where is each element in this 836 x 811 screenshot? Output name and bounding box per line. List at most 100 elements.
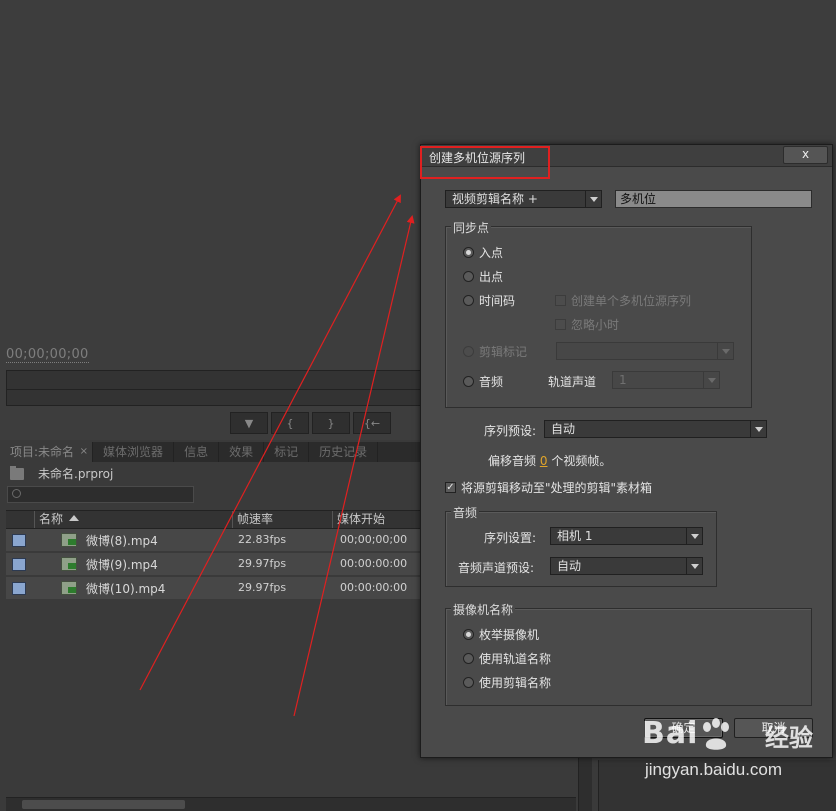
- tab-history[interactable]: 历史记录: [309, 442, 379, 462]
- offset-audio-unit: 个视频帧。: [551, 454, 612, 468]
- offset-audio-value[interactable]: 0: [540, 454, 548, 468]
- mark-in-button[interactable]: {: [271, 412, 309, 434]
- sync-timecode-label: 时间码: [479, 294, 516, 308]
- clip-media-start: 00:00:00:00: [340, 581, 408, 594]
- camera-use-track-option[interactable]: 使用轨道名称: [463, 650, 551, 667]
- tab-close-icon[interactable]: ×: [80, 442, 88, 462]
- audio-group-title: 音频: [451, 504, 480, 521]
- track-channel-label: 轨道声道: [548, 375, 597, 389]
- camera-use-clip-option[interactable]: 使用剪辑名称: [463, 674, 551, 691]
- sync-point-title: 同步点: [451, 219, 492, 236]
- channel-preset-dropdown[interactable]: 自动: [550, 557, 703, 575]
- tab-media-browser[interactable]: 媒体浏览器: [93, 442, 175, 462]
- table-row[interactable]: 微博(8).mp4 22.83fps 00;00;00;00: [6, 529, 420, 552]
- sync-audio-label: 音频: [479, 375, 504, 389]
- sort-ascending-icon: [69, 515, 80, 521]
- track-channel-dropdown[interactable]: 1: [612, 371, 720, 389]
- sync-timecode-option[interactable]: 时间码: [463, 292, 515, 309]
- chevron-down-icon: [717, 343, 733, 359]
- clip-name: 微博(10).mp4: [86, 582, 166, 596]
- radio-icon: [463, 346, 474, 357]
- column-name-header[interactable]: 名称: [34, 511, 80, 528]
- track-channel-value: 1: [619, 373, 627, 387]
- label-color-chip[interactable]: [12, 582, 26, 595]
- mark-out-button[interactable]: }: [312, 412, 350, 434]
- paw-icon: [703, 718, 729, 750]
- name-mode-dropdown[interactable]: 视频剪辑名称 +: [445, 190, 602, 208]
- seq-settings-value: 相机 1: [557, 529, 593, 543]
- timeline-scrub-bar[interactable]: [6, 370, 426, 406]
- tab-markers[interactable]: 标记: [264, 442, 310, 462]
- transport-controls: ▼ { } {←: [230, 412, 391, 434]
- name-mode-value: 视频剪辑名称 +: [452, 192, 538, 206]
- tab-project-label: 项目:未命名: [10, 445, 75, 459]
- seq-settings-label: 序列设置:: [484, 531, 537, 545]
- radio-icon: [463, 271, 474, 282]
- checkbox-icon: [555, 319, 566, 330]
- clip-media-start: 00:00:00:00: [340, 557, 408, 570]
- tab-info[interactable]: 信息: [174, 442, 220, 462]
- checkbox-icon: [555, 295, 566, 306]
- horizontal-scroll-thumb[interactable]: [22, 800, 185, 809]
- seq-settings-dropdown[interactable]: 相机 1: [550, 527, 703, 545]
- create-multicam-dialog: 创建多机位源序列 x 视频剪辑名称 + 多机位 同步点 入点 出点 时间码 创建…: [420, 144, 833, 758]
- tab-effects[interactable]: 效果: [219, 442, 265, 462]
- clip-fps: 22.83fps: [238, 533, 287, 546]
- chevron-down-icon: [703, 372, 719, 388]
- sync-audio-option[interactable]: 音频: [463, 373, 503, 390]
- camera-use-clip-label: 使用剪辑名称: [479, 676, 552, 690]
- sync-clip-marker-option[interactable]: 剪辑标记: [463, 343, 527, 360]
- column-name-label: 名称: [39, 512, 64, 526]
- chevron-down-icon: [750, 421, 766, 437]
- baidu-jingyan-watermark: Bai 经验 jingyan.baidu.com: [642, 716, 832, 796]
- create-single-label: 创建单个多机位源序列: [571, 294, 692, 308]
- sequence-name-field[interactable]: 多机位: [615, 190, 812, 208]
- label-color-chip[interactable]: [12, 558, 26, 571]
- camera-names-title: 摄像机名称: [451, 601, 516, 618]
- camera-enumerate-label: 枚举摄像机: [479, 628, 540, 642]
- checkbox-checked-icon: ✓: [445, 482, 456, 493]
- project-search-input[interactable]: [7, 486, 194, 503]
- column-fps-header[interactable]: 帧速率: [232, 511, 273, 528]
- search-icon: [12, 489, 21, 498]
- folder-icon: [10, 465, 24, 480]
- tab-project[interactable]: 项目:未命名 ×: [0, 442, 94, 462]
- column-start-header[interactable]: 媒体开始: [332, 511, 385, 528]
- clip-marker-dropdown[interactable]: [556, 342, 734, 360]
- offset-audio-label: 偏移音频: [488, 454, 537, 468]
- table-row[interactable]: 微博(10).mp4 29.97fps 00:00:00:00: [6, 577, 420, 600]
- watermark-url: jingyan.baidu.com: [645, 760, 783, 779]
- video-clip-icon: [61, 557, 77, 571]
- watermark-logo-text: Bai: [642, 716, 699, 751]
- list-header: 名称 帧速率 媒体开始: [6, 510, 420, 529]
- ignore-hours-checkbox[interactable]: 忽略小时: [555, 316, 619, 333]
- radio-icon: [463, 677, 474, 688]
- sequence-preset-value: 自动: [551, 422, 576, 436]
- project-file-row: 未命名.prproj: [10, 465, 113, 482]
- sync-clip-marker-label: 剪辑标记: [479, 345, 528, 359]
- camera-enumerate-option[interactable]: 枚举摄像机: [463, 626, 539, 643]
- radio-icon: [463, 376, 474, 387]
- camera-use-track-label: 使用轨道名称: [479, 652, 552, 666]
- channel-preset-label: 音频声道预设:: [458, 561, 535, 575]
- radio-icon: [463, 295, 474, 306]
- video-clip-icon: [61, 533, 77, 547]
- add-marker-button[interactable]: ▼: [230, 412, 268, 434]
- dialog-close-button[interactable]: x: [783, 146, 828, 164]
- timecode-display[interactable]: 00;00;00;00: [6, 347, 89, 363]
- sync-in-point-option[interactable]: 入点: [463, 244, 503, 261]
- clip-name: 微博(9).mp4: [86, 558, 158, 572]
- chevron-down-icon: [686, 528, 702, 544]
- sync-out-point-option[interactable]: 出点: [463, 268, 503, 285]
- label-color-chip[interactable]: [12, 534, 26, 547]
- table-row[interactable]: 微博(9).mp4 29.97fps 00:00:00:00: [6, 553, 420, 576]
- watermark-jingyan-text: 经验: [765, 724, 813, 752]
- clip-fps: 29.97fps: [238, 581, 287, 594]
- create-single-checkbox[interactable]: 创建单个多机位源序列: [555, 292, 691, 309]
- ignore-hours-label: 忽略小时: [571, 318, 620, 332]
- sequence-preset-dropdown[interactable]: 自动: [544, 420, 767, 438]
- move-clips-checkbox[interactable]: ✓ 将源剪辑移动至"处理的剪辑"素材箱: [445, 479, 652, 496]
- title-highlight-box: [420, 146, 550, 179]
- offset-audio-line: 偏移音频 0 个视频帧。: [488, 452, 611, 469]
- go-to-in-button[interactable]: {←: [353, 412, 391, 434]
